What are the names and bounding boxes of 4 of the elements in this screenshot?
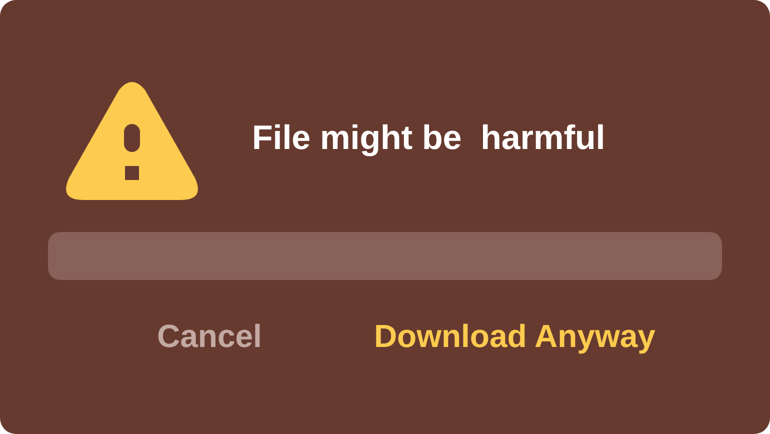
- warning-icon: [65, 82, 199, 200]
- download-button[interactable]: Download Anyway: [374, 320, 656, 352]
- cancel-button[interactable]: Cancel: [157, 320, 262, 352]
- dialog-title: File might be harmful: [252, 121, 606, 155]
